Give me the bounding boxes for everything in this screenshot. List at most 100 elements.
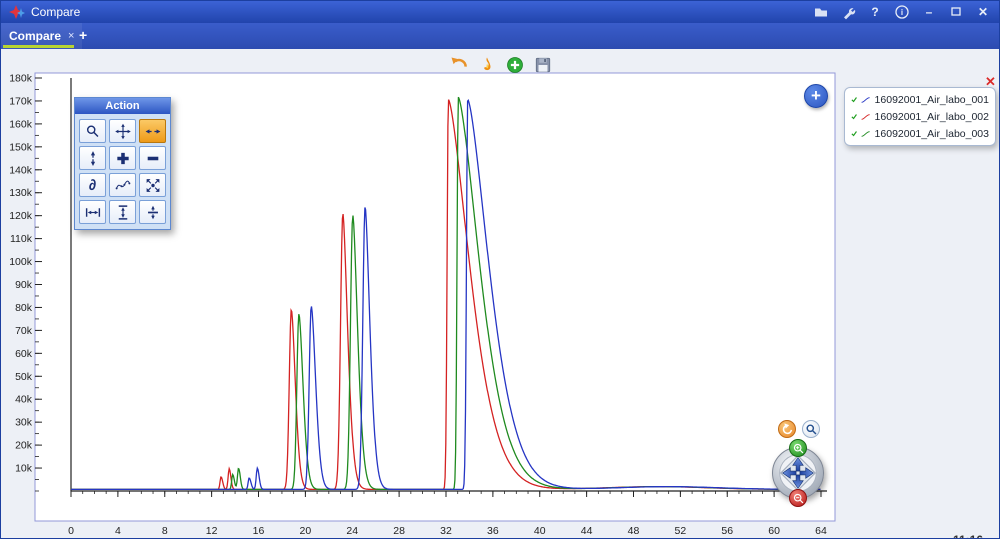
svg-text:16: 16 — [253, 525, 265, 537]
curve-icon — [114, 177, 132, 194]
svg-text:64: 64 — [815, 525, 827, 537]
series-label: 16092001_Air_labo_003 — [875, 128, 989, 140]
svg-text:4: 4 — [115, 525, 121, 537]
h-stretch-icon — [84, 204, 102, 221]
svg-text:120k: 120k — [9, 210, 33, 222]
clock-text: 11:16 — [953, 533, 983, 539]
left-right-arrows-icon — [144, 123, 162, 140]
zoom-out-small-icon — [792, 492, 805, 505]
action-pan-vertical-button[interactable] — [79, 146, 106, 170]
tab-compare[interactable]: Compare × — [1, 23, 82, 49]
minimize-button[interactable]: – — [921, 4, 937, 20]
svg-text:170k: 170k — [9, 95, 33, 107]
legend-close-button[interactable]: ✕ — [985, 74, 996, 90]
action-autoscale-button[interactable] — [139, 173, 166, 197]
help-icon[interactable]: ? — [867, 4, 883, 20]
legend-item[interactable]: 16092001_Air_labo_001 — [851, 93, 989, 106]
flame-icon — [478, 55, 496, 75]
svg-text:20k: 20k — [15, 440, 33, 452]
action-palette-title[interactable]: Action — [75, 98, 170, 114]
zoom-in-small-icon — [792, 442, 805, 455]
window-title: Compare — [31, 5, 80, 19]
svg-text:70k: 70k — [15, 325, 33, 337]
expand-arrows-icon — [144, 177, 162, 194]
magnifier-icon — [84, 123, 102, 140]
svg-text:40: 40 — [534, 525, 546, 537]
action-grid: ∂ — [75, 114, 170, 229]
undo-small-icon — [780, 422, 794, 436]
svg-text:44: 44 — [581, 525, 593, 537]
series-line-sample — [861, 129, 870, 139]
v-stretch-icon — [114, 204, 132, 221]
add-button[interactable] — [505, 55, 525, 75]
check-icon — [851, 111, 857, 122]
up-down-arrows-icon — [84, 150, 102, 167]
svg-text:36: 36 — [487, 525, 499, 537]
action-stretch-vertical-button[interactable] — [109, 200, 136, 224]
split-bar-icon — [144, 204, 162, 221]
app-logo-icon — [9, 4, 25, 20]
svg-text:0: 0 — [68, 525, 74, 537]
tools-wrench-icon[interactable] — [840, 4, 856, 20]
save-floppy-icon — [534, 56, 552, 74]
svg-text:100k: 100k — [9, 256, 33, 268]
undo-button[interactable] — [449, 55, 469, 75]
check-icon — [851, 94, 857, 105]
svg-text:60: 60 — [768, 525, 780, 537]
save-button[interactable] — [533, 55, 553, 75]
svg-text:90k: 90k — [15, 279, 33, 291]
partial-derivative-icon: ∂ — [89, 178, 96, 193]
nav-zoom-in-button[interactable] — [789, 439, 807, 457]
svg-text:140k: 140k — [9, 164, 33, 176]
action-zoom-out-button[interactable] — [139, 146, 166, 170]
app-window: Compare ? i – ✕ Compare × + — [0, 0, 1000, 539]
action-palette: Action ∂ — [74, 97, 171, 230]
svg-text:150k: 150k — [9, 141, 33, 153]
svg-text:52: 52 — [675, 525, 687, 537]
svg-text:8: 8 — [162, 525, 168, 537]
main-toolbar — [449, 55, 553, 75]
svg-text:180k: 180k — [9, 73, 33, 85]
svg-text:60k: 60k — [15, 348, 33, 360]
open-folder-icon[interactable] — [813, 4, 829, 20]
bold-plus-icon — [114, 150, 132, 167]
svg-text:80k: 80k — [15, 302, 33, 314]
svg-text:12: 12 — [206, 525, 218, 537]
action-move-button[interactable] — [109, 119, 136, 143]
action-derivative-button[interactable]: ∂ — [79, 173, 106, 197]
svg-text:160k: 160k — [9, 118, 33, 130]
svg-text:28: 28 — [393, 525, 405, 537]
nav-undo-zoom-button[interactable] — [778, 420, 796, 438]
svg-text:20: 20 — [300, 525, 312, 537]
legend-item[interactable]: 16092001_Air_labo_002 — [851, 110, 989, 123]
close-button[interactable]: ✕ — [975, 4, 991, 20]
action-split-vertical-button[interactable] — [139, 200, 166, 224]
svg-text:56: 56 — [721, 525, 733, 537]
svg-text:10k: 10k — [15, 463, 33, 475]
add-series-button[interactable]: + — [804, 84, 828, 108]
titlebar: Compare ? i – ✕ — [1, 1, 999, 23]
check-icon — [851, 128, 857, 139]
action-stretch-horizontal-button[interactable] — [79, 200, 106, 224]
action-smooth-button[interactable] — [109, 173, 136, 197]
svg-text:48: 48 — [628, 525, 640, 537]
undo-icon — [449, 55, 469, 75]
legend-item[interactable]: 16092001_Air_labo_003 — [851, 127, 989, 140]
nav-zoom-window-button[interactable] — [802, 420, 820, 438]
new-tab-button[interactable]: + — [79, 27, 87, 43]
action-zoom-in-button[interactable] — [109, 146, 136, 170]
clean-button[interactable] — [477, 55, 497, 75]
maximize-button[interactable] — [948, 4, 964, 20]
svg-text:32: 32 — [440, 525, 452, 537]
tab-close-icon[interactable]: × — [68, 31, 74, 42]
svg-text:50k: 50k — [15, 371, 33, 383]
tabbar: Compare × + — [1, 23, 999, 49]
info-icon[interactable]: i — [894, 4, 910, 20]
action-pan-horizontal-button[interactable] — [139, 119, 166, 143]
series-label: 16092001_Air_labo_001 — [875, 94, 989, 106]
action-zoom-button[interactable] — [79, 119, 106, 143]
series-line-sample — [861, 95, 870, 105]
bold-minus-icon — [144, 150, 162, 167]
magnifier-small-icon — [805, 423, 818, 436]
nav-zoom-out-button[interactable] — [789, 489, 807, 507]
